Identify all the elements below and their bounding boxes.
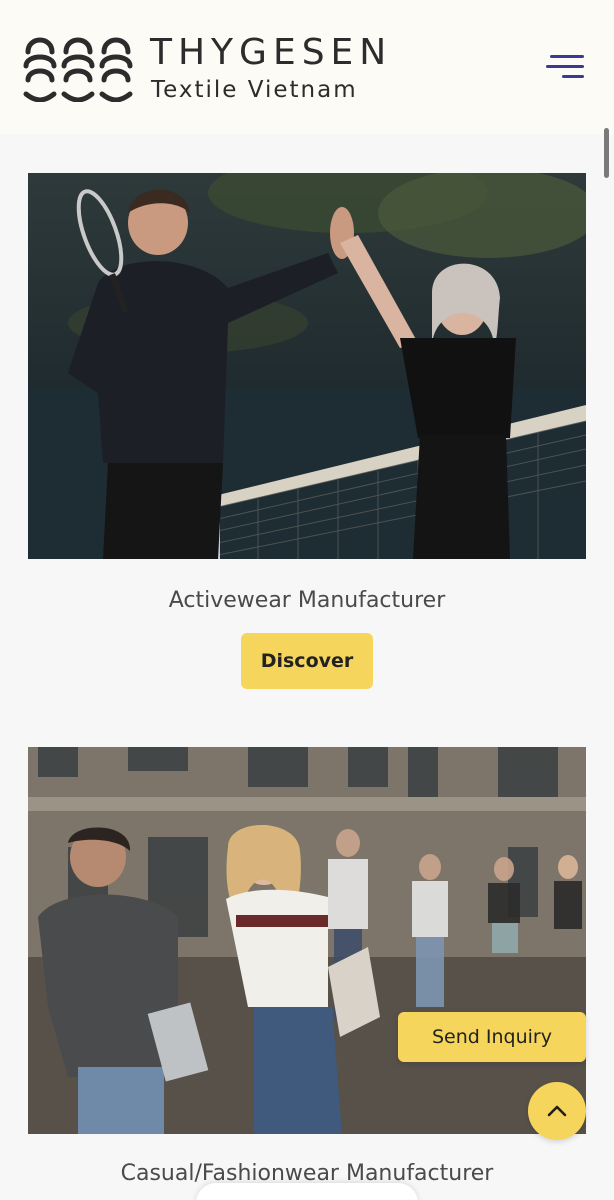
scrollbar[interactable]	[604, 128, 609, 178]
discover-button[interactable]: Discover	[241, 633, 373, 689]
casualwear-image[interactable]	[28, 747, 586, 1134]
site-header: THYGESEN Textile Vietnam	[0, 0, 614, 134]
menu-line	[562, 75, 584, 78]
hamburger-menu-icon[interactable]	[544, 52, 584, 82]
browser-bottom-bar[interactable]	[196, 1183, 418, 1200]
menu-line	[550, 55, 584, 58]
activewear-title: Activewear Manufacturer	[168, 588, 446, 613]
chevron-up-icon	[547, 1105, 567, 1117]
students-walking-photo	[28, 747, 586, 1134]
scroll-to-top-button[interactable]	[528, 1082, 586, 1140]
knot-logo-icon[interactable]	[22, 32, 138, 102]
menu-line	[546, 65, 584, 68]
page: THYGESEN Textile Vietnam Activewear Manu…	[0, 0, 614, 1200]
brand-subtitle[interactable]: Textile Vietnam	[151, 76, 358, 104]
tennis-players-photo	[28, 173, 586, 559]
activewear-image[interactable]	[28, 173, 586, 559]
send-inquiry-button[interactable]: Send Inquiry	[398, 1012, 586, 1062]
brand-name[interactable]: THYGESEN	[150, 33, 392, 73]
